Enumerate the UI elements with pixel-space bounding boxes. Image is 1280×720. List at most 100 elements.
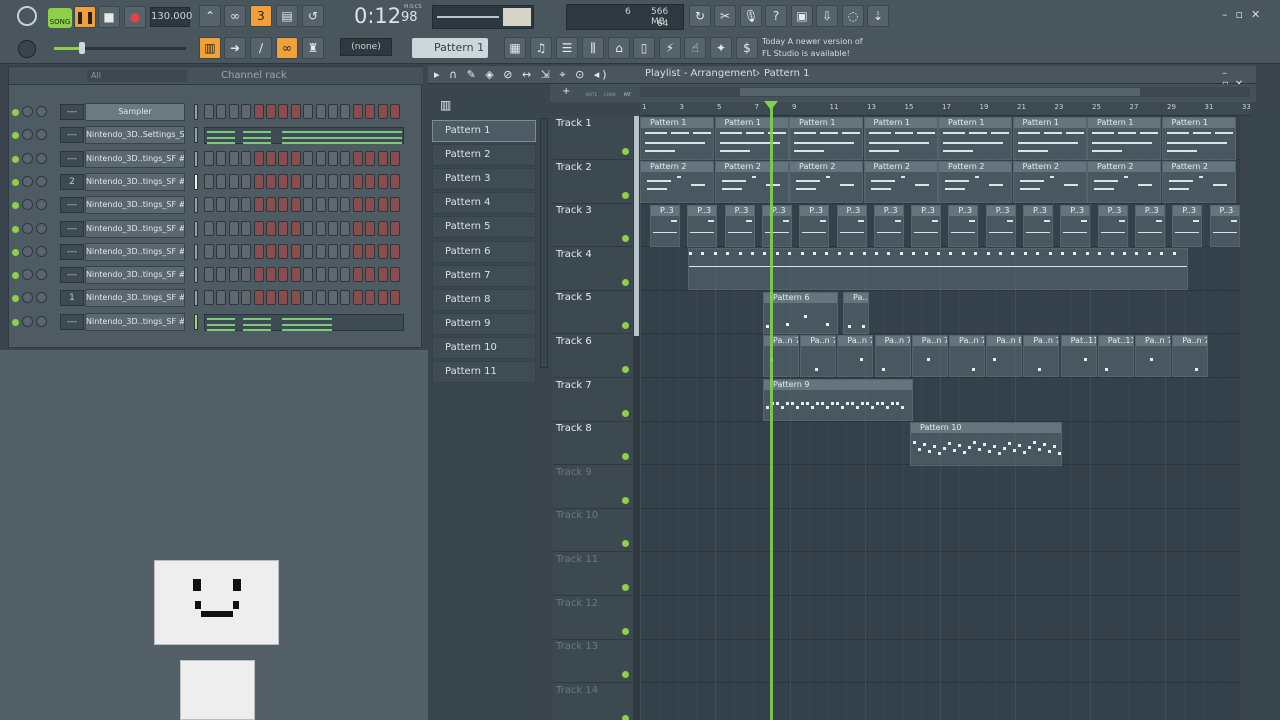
step-button[interactable] (266, 173, 276, 189)
step-button[interactable] (303, 197, 314, 213)
channel-select[interactable] (194, 313, 198, 330)
channel-select[interactable] (194, 290, 198, 307)
track-header[interactable]: Track 11 (553, 552, 633, 596)
step-button[interactable] (328, 243, 338, 259)
template-icon[interactable]: ▯ (633, 37, 655, 59)
pattern-7-clip[interactable]: Pa..n 8 (986, 335, 1023, 377)
step-button[interactable] (204, 104, 214, 119)
track-mute-led[interactable] (622, 584, 629, 591)
step-button[interactable] (253, 267, 264, 283)
playlist-current-pattern[interactable]: Pattern 1 (764, 68, 810, 79)
piano-roll-preview[interactable] (204, 127, 404, 145)
vertical-scrollbar[interactable] (1250, 102, 1280, 720)
pattern-7-clip[interactable]: Pat..11 (1097, 335, 1134, 377)
step-button[interactable] (278, 290, 289, 306)
record-icon[interactable]: ● (124, 6, 146, 28)
step-button[interactable] (216, 267, 227, 283)
step-button[interactable] (390, 104, 400, 119)
stop-icon[interactable]: ■ (98, 6, 120, 28)
step-button[interactable] (340, 267, 351, 283)
playhead-marker[interactable] (770, 102, 773, 720)
pattern-3-clip[interactable]: P..3 (650, 205, 680, 247)
browser-icon[interactable]: ⌂ (608, 37, 630, 59)
step-button[interactable] (278, 173, 289, 189)
track-mute-led[interactable] (622, 191, 629, 199)
step-button[interactable] (216, 243, 227, 259)
step-button[interactable] (228, 150, 239, 166)
step-button[interactable] (241, 173, 252, 189)
touch-icon[interactable]: ☝ (684, 37, 706, 59)
step-button[interactable] (241, 243, 252, 259)
step-button[interactable] (228, 243, 239, 259)
playlist-tools-icons[interactable]: ▸ ∩ ✎ ◈ ⊘ ↔ ⇲ ⌖ ⊙ ◂) (434, 68, 610, 82)
track-mute-led[interactable] (622, 671, 629, 679)
step-button[interactable] (253, 104, 264, 119)
step-button[interactable] (352, 173, 363, 189)
mixer-track-box[interactable]: --- (60, 220, 84, 237)
pattern-2-clip[interactable]: Pattern 2 (789, 161, 863, 203)
step-button[interactable] (303, 290, 314, 306)
step-button[interactable] (228, 173, 239, 189)
step-button[interactable] (315, 290, 326, 306)
step-button[interactable] (290, 197, 301, 213)
channel-name-button[interactable]: Nintendo_3D..tings_SF #5 (85, 242, 185, 261)
filter-dropdown[interactable]: All (87, 70, 187, 82)
channel-pan-knob[interactable] (22, 315, 33, 327)
step-button[interactable] (352, 243, 363, 259)
mixer-track-box[interactable]: 2 (60, 173, 84, 190)
step-button[interactable] (315, 243, 326, 259)
pattern-3-clip[interactable]: P..3 (761, 205, 792, 247)
track-header[interactable]: Track 8 (553, 421, 633, 466)
loop-record-icon[interactable]: ↺ (302, 5, 324, 27)
channel-select[interactable] (194, 150, 198, 167)
mixer-track-box[interactable]: 1 (60, 290, 84, 307)
pattern-2-clip[interactable]: Pattern 2 (938, 161, 1012, 203)
channel-name-button[interactable]: Nintendo_3D..tings_SF #8 (85, 219, 185, 238)
pattern-7-clip[interactable]: Pa..n 7 (949, 335, 985, 377)
step-button[interactable] (253, 220, 264, 236)
play-icon[interactable]: ❚❚ (74, 6, 96, 28)
step-button[interactable] (340, 243, 351, 259)
step-button[interactable] (352, 197, 363, 213)
piano-roll-preview[interactable] (204, 313, 404, 331)
step-button[interactable] (216, 290, 227, 306)
track-header[interactable]: Track 12 (553, 596, 633, 640)
pattern-3-clip[interactable]: P..3 (948, 205, 979, 247)
pattern-3-clip[interactable]: P..3 (1097, 205, 1128, 247)
step-button[interactable] (328, 173, 338, 189)
pattern-2-clip[interactable]: Pattern 2 (640, 161, 714, 203)
pattern-3-clip[interactable]: P..3 (911, 205, 942, 247)
pattern-7-clip[interactable]: Pa..n 7 (911, 335, 948, 377)
snap-select[interactable]: (none) (340, 38, 392, 56)
pattern-1-clip[interactable]: Pattern 1 (863, 117, 938, 160)
step-button[interactable] (303, 104, 314, 119)
main-menu-button[interactable] (17, 6, 37, 26)
step-button[interactable] (315, 197, 326, 213)
step-button[interactable] (352, 104, 363, 119)
channel-volume-knob[interactable] (36, 269, 47, 281)
step-button[interactable] (266, 243, 276, 259)
channel-led[interactable] (12, 109, 19, 116)
channel-pan-knob[interactable] (22, 152, 33, 164)
step-button[interactable] (365, 197, 376, 213)
step-button[interactable] (241, 197, 252, 213)
pattern-7-clip[interactable]: Pa..n 7 (1172, 335, 1209, 377)
step-button[interactable] (266, 267, 276, 283)
step-button[interactable] (204, 243, 214, 259)
step-button[interactable] (377, 173, 388, 189)
pattern-1-clip[interactable]: Pattern 1 (1161, 117, 1236, 160)
link-icon[interactable]: ∞ (276, 37, 298, 59)
pattern-1-clip[interactable]: Pattern 1 (938, 117, 1012, 160)
pattern-3-clip[interactable]: P..3 (1023, 205, 1053, 247)
track-header[interactable]: Track 4 (553, 247, 633, 291)
chat-icon[interactable]: ◌ (842, 5, 864, 27)
step-button[interactable] (340, 197, 351, 213)
pattern-item[interactable]: Pattern 10 (432, 336, 536, 359)
step-button[interactable] (290, 290, 301, 306)
tempo-display[interactable]: 130.000 (150, 7, 192, 27)
step-button[interactable] (390, 197, 400, 213)
track-mute-led[interactable] (622, 540, 629, 548)
undo-icon[interactable]: ↻ (689, 5, 711, 27)
step-button[interactable] (328, 197, 338, 213)
step-button[interactable] (204, 267, 214, 283)
